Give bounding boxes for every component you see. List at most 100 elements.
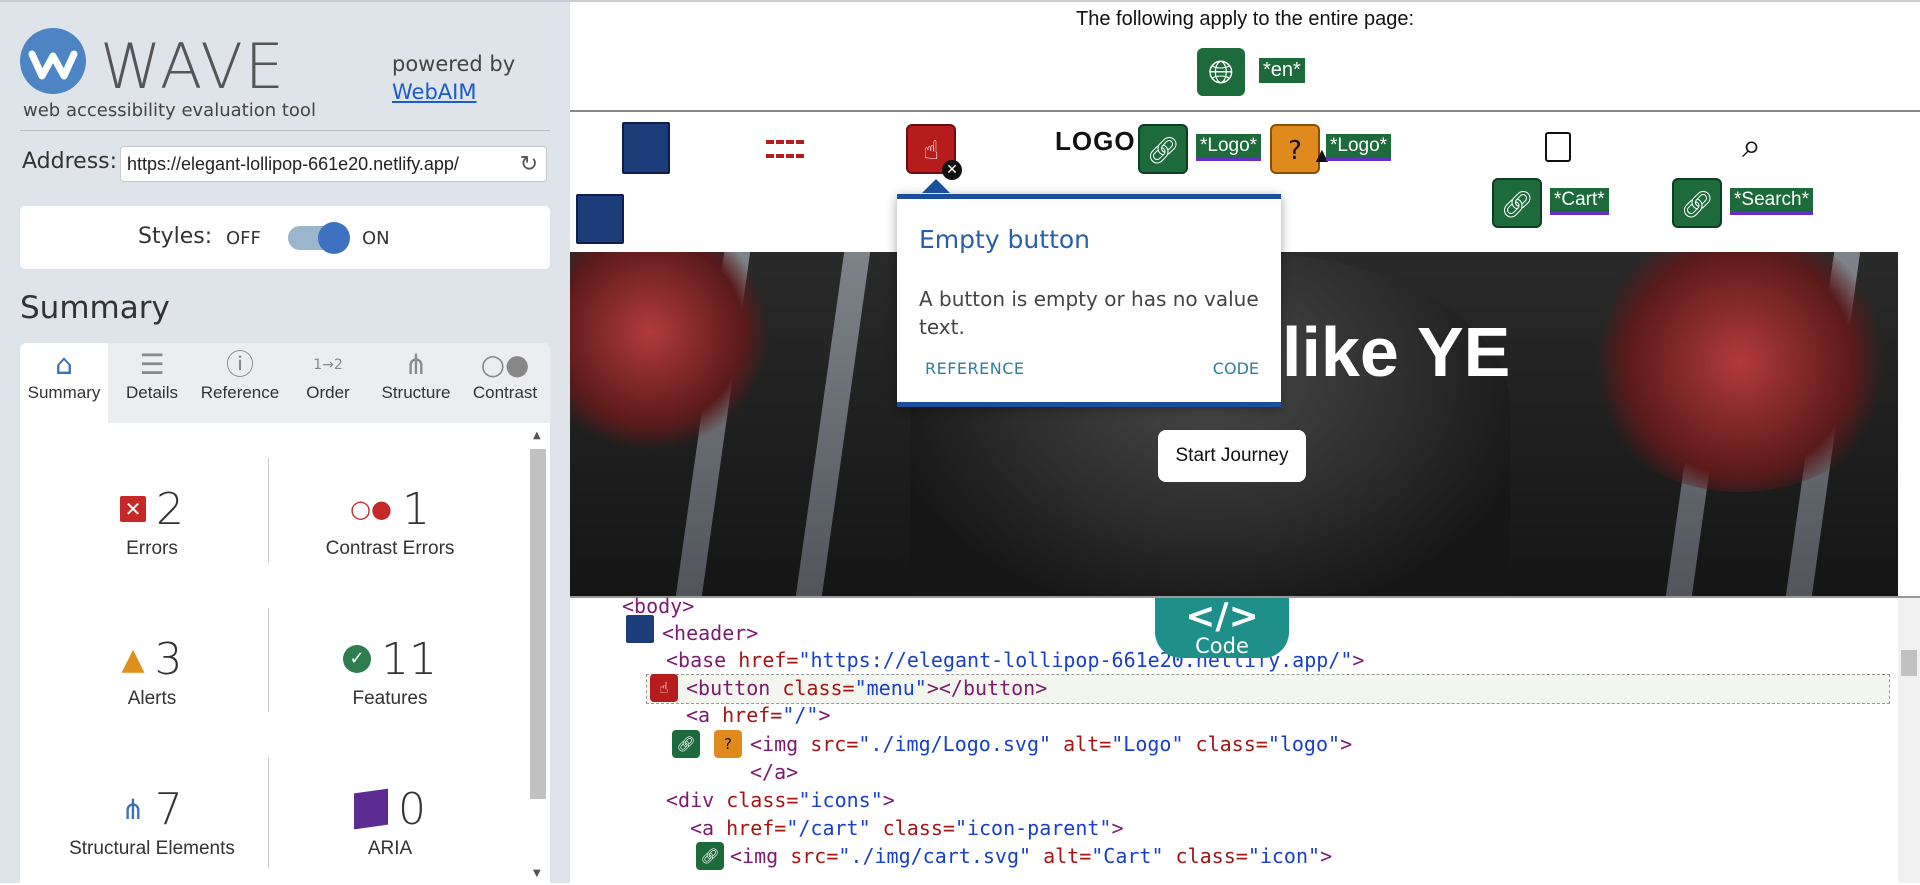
- header-structure-icon[interactable]: [626, 615, 654, 643]
- menu-hamburger-icon[interactable]: [766, 140, 804, 158]
- tab-reference[interactable]: ⓘ Reference: [196, 343, 284, 423]
- code-scrollbar[interactable]: [1898, 598, 1920, 883]
- language-tag[interactable]: *en*: [1259, 58, 1305, 83]
- tab-summary[interactable]: ⌂ Summary: [20, 343, 108, 423]
- tab-structure[interactable]: ⋔ Structure: [372, 343, 460, 423]
- tab-contrast[interactable]: ○● Contrast: [460, 343, 550, 423]
- alert-icon[interactable]: ? ▲: [1270, 124, 1328, 174]
- code-toggle-tab[interactable]: </> Code: [1155, 598, 1289, 658]
- styles-toggle[interactable]: [288, 222, 350, 254]
- home-icon: ⌂: [55, 348, 73, 381]
- start-journey-button[interactable]: Start Journey: [1158, 430, 1306, 482]
- code-value: "/": [782, 703, 819, 727]
- powered-by-label: powered by: [392, 52, 516, 76]
- code-scroll-thumb[interactable]: [1901, 650, 1917, 676]
- scroll-down-icon[interactable]: ▼: [533, 868, 541, 879]
- check-icon: ✓: [343, 645, 371, 673]
- code-value: "./img/Logo.svg": [858, 732, 1052, 756]
- red-glow: [570, 252, 770, 452]
- bag-icon[interactable]: [1545, 132, 1571, 162]
- alert-icon[interactable]: ?: [714, 730, 742, 758]
- structure-icon: ⋔: [404, 348, 428, 381]
- features-label: Features: [352, 688, 428, 709]
- empty-button-error-icon[interactable]: ☝ ✕: [906, 124, 962, 180]
- cart-alt-tag[interactable]: *Cart*: [1550, 188, 1609, 215]
- header-structure-icon[interactable]: [622, 122, 670, 174]
- linked-image-icon[interactable]: 🔗︎: [1492, 178, 1542, 228]
- code-tag: <img: [750, 732, 811, 756]
- code-attr: class=: [1183, 732, 1268, 756]
- tab-details[interactable]: ☰ Details: [108, 343, 196, 423]
- code-tab-label: Code: [1195, 634, 1249, 658]
- code-attr: href=: [738, 648, 799, 672]
- wave-sidebar: WAVE web accessibility evaluation tool p…: [0, 0, 570, 885]
- logo-alt-tag[interactable]: *Logo*: [1326, 134, 1392, 161]
- tab-label: Structure: [381, 383, 451, 402]
- page-wide-text: The following apply to the entire page:: [1076, 8, 1414, 30]
- metric-structural[interactable]: ⋔ 7 Structural Elements: [32, 784, 272, 860]
- metric-contrast-errors[interactable]: ○● 1 Contrast Errors: [270, 484, 510, 560]
- code-tag: >: [1320, 844, 1333, 868]
- code-attr: alt=: [1031, 844, 1092, 868]
- summary-scroll-thumb[interactable]: [530, 449, 546, 799]
- scroll-up-icon[interactable]: ▲: [533, 430, 541, 441]
- metric-features[interactable]: ✓ 11 Features: [270, 634, 510, 710]
- linked-image-icon[interactable]: 🔗︎: [696, 842, 724, 870]
- code-value: "/cart": [786, 816, 871, 840]
- summary-heading: Summary: [20, 290, 170, 326]
- error-icon: ✕: [120, 496, 146, 522]
- site-logo[interactable]: LOGO: [1055, 126, 1136, 157]
- code-value: "icons": [798, 788, 883, 812]
- empty-button-error-icon[interactable]: ☝: [650, 674, 678, 702]
- popup-reference-link[interactable]: REFERENCE: [925, 359, 1025, 378]
- search-icon[interactable]: ⌕: [1742, 126, 1761, 166]
- info-icon: ⓘ: [225, 348, 254, 381]
- logo-alt-tag[interactable]: *Logo*: [1196, 134, 1262, 161]
- code-tag: <a: [690, 816, 727, 840]
- close-badge-icon: ✕: [942, 160, 962, 180]
- code-tag: >: [882, 788, 895, 812]
- popup-code-link[interactable]: CODE: [1213, 359, 1259, 378]
- code-tag: <img: [730, 844, 791, 868]
- tab-label: Summary: [27, 383, 101, 402]
- code-line: <button class="menu"></button>: [686, 676, 1047, 700]
- toggle-knob[interactable]: [318, 222, 350, 254]
- tab-label: Order: [306, 383, 350, 402]
- order-icon: 1→2: [313, 357, 343, 373]
- metric-alerts[interactable]: ▲ 3 Alerts: [32, 634, 272, 710]
- structure-icon: ⋔: [121, 792, 145, 826]
- metric-errors[interactable]: ✕ 2 Errors: [32, 484, 272, 560]
- header-structure-icon[interactable]: [576, 194, 624, 244]
- address-value: https://elegant-lollipop-661e20.netlify.…: [127, 154, 459, 174]
- search-alt-tag[interactable]: *Search*: [1730, 188, 1813, 215]
- popup-description: A button is empty or has no value text.: [919, 287, 1259, 339]
- contrast-error-icon: ○●: [350, 495, 392, 523]
- panel-tabs: ⌂ Summary ☰ Details ⓘ Reference 1→2 Orde…: [20, 343, 550, 423]
- code-icon: </>: [1185, 596, 1259, 637]
- globe-icon[interactable]: 🌐︎: [1197, 48, 1245, 96]
- linked-image-icon[interactable]: 🔗︎: [1672, 178, 1722, 228]
- contrast-errors-label: Contrast Errors: [325, 538, 455, 559]
- code-value: "icon": [1247, 844, 1321, 868]
- list-icon: ☰: [139, 348, 165, 381]
- code-value: "Cart": [1091, 844, 1164, 868]
- alert-icon: ▲: [121, 641, 145, 677]
- styles-label: Styles:: [138, 224, 213, 249]
- code-attr: class=: [870, 816, 955, 840]
- empty-button-popup: Empty button A button is empty or has no…: [897, 179, 1281, 407]
- aria-label: ARIA: [367, 838, 413, 859]
- aria-icon: [354, 788, 388, 830]
- hero-title: like YE: [1282, 313, 1511, 391]
- webaim-link[interactable]: WebAIM: [392, 80, 476, 104]
- metric-aria[interactable]: 0 ARIA: [270, 784, 510, 860]
- code-value: "menu": [854, 676, 927, 700]
- linked-image-icon[interactable]: 🔗︎: [672, 730, 700, 758]
- tab-order[interactable]: 1→2 Order: [284, 343, 372, 423]
- divider: [20, 130, 550, 131]
- linked-image-icon[interactable]: 🔗︎: [1138, 124, 1188, 174]
- popup-title: Empty button: [919, 225, 1091, 254]
- wave-logo-icon: [20, 28, 86, 94]
- address-input[interactable]: https://elegant-lollipop-661e20.netlify.…: [120, 146, 547, 182]
- refresh-icon[interactable]: ↻: [520, 152, 538, 177]
- code-line: <img src="./img/Logo.svg" alt="Logo" cla…: [750, 732, 1352, 756]
